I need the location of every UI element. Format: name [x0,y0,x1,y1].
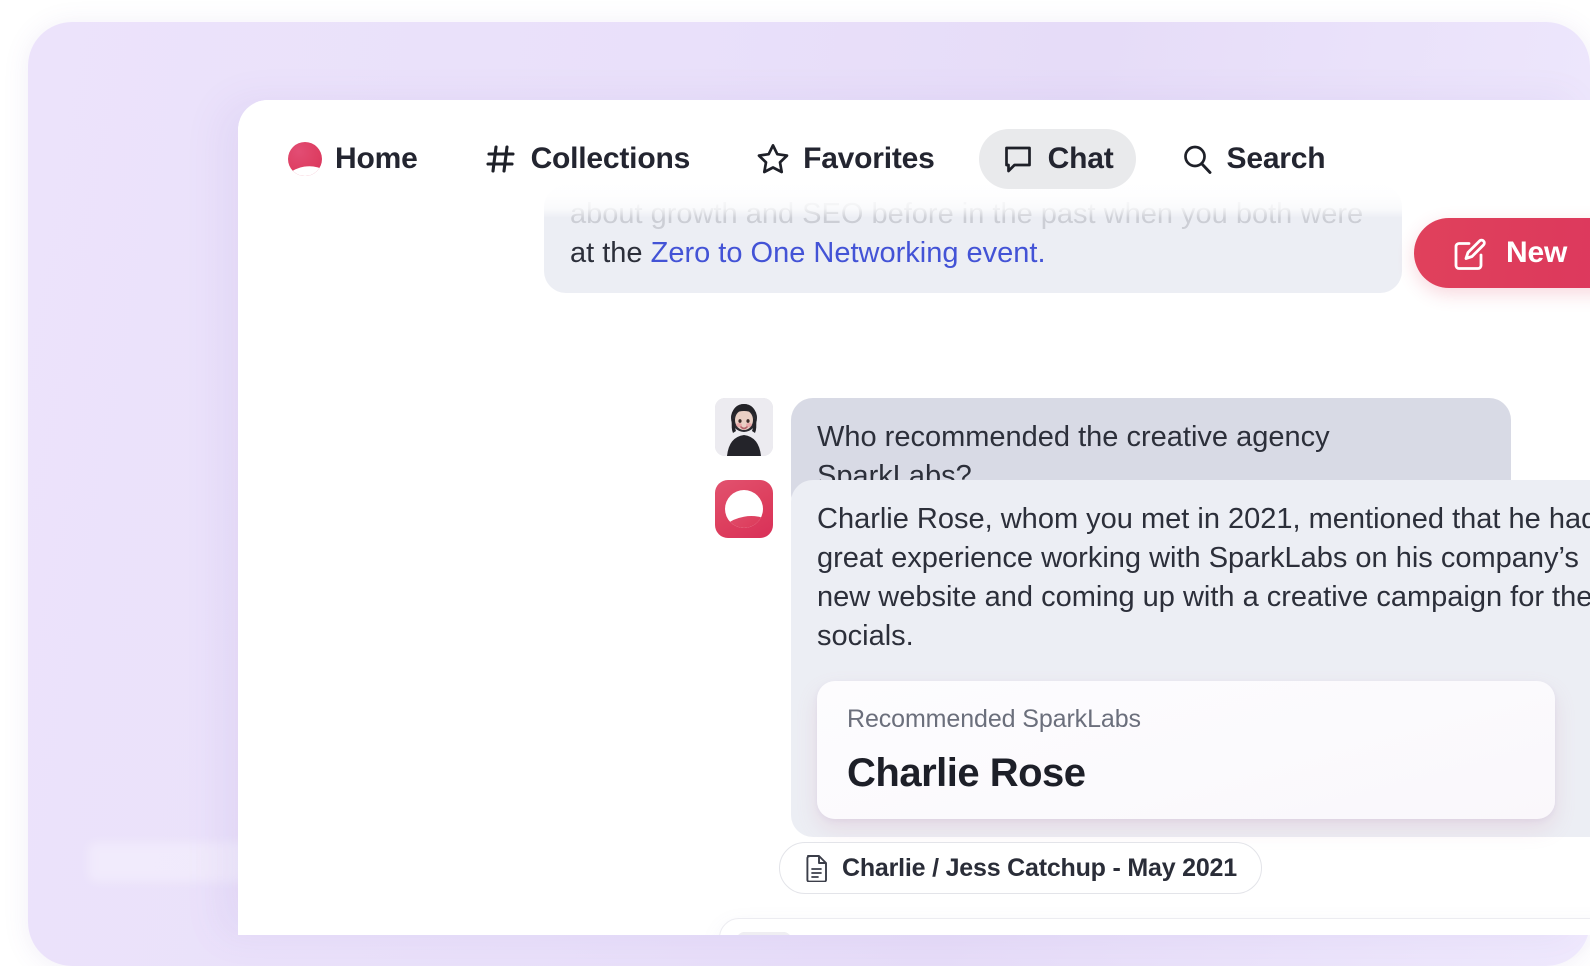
chat-bubble-icon [1001,142,1035,176]
message-text-prefix: at the [570,237,651,269]
message-faded-line: about growth and SEO before in the past … [570,195,1376,234]
recommendation-label: Recommended SparkLabs [847,703,1525,737]
message-assistant: Charlie Rose, whom you met in 2021, ment… [715,480,1590,837]
nav-item-label: Collections [531,142,691,176]
nav-item-label: Home [335,142,418,176]
star-icon [756,142,790,176]
message-text: Charlie Rose, whom you met in 2021, ment… [817,500,1590,655]
recommendation-name: Charlie Rose [847,747,1525,801]
source-chip[interactable]: Charlie / Jess Catchup - May 2021 [779,842,1262,894]
source-chip-label: Charlie / Jess Catchup - May 2021 [842,854,1237,883]
app-window: about growth and SEO before in the past … [0,0,1590,966]
chat-card: about growth and SEO before in the past … [238,100,1590,935]
assistant-avatar-icon [725,490,763,528]
event-link[interactable]: Zero to One Networking event. [651,237,1046,269]
pencil-square-icon [1450,233,1490,273]
message-bubble-assistant: Charlie Rose, whom you met in 2021, ment… [791,480,1590,837]
new-button[interactable]: New [1414,218,1590,288]
nav-item-collections[interactable]: Collections [462,129,713,189]
user-avatar-icon [715,398,773,456]
composer-avatar [736,932,792,935]
user-avatar-icon [736,932,792,935]
brand-logo-icon [288,142,322,176]
nav-item-label: Chat [1048,142,1114,176]
new-button-label: New [1506,236,1567,270]
nav-item-home[interactable]: Home [266,129,440,189]
magnifier-icon [1180,142,1214,176]
reply-composer [719,918,1590,935]
message-thread: about growth and SEO before in the past … [238,100,1590,820]
message-bubble-assistant: about growth and SEO before in the past … [544,185,1402,293]
message-scrolled: about growth and SEO before in the past … [544,185,1402,293]
recommendation-card[interactable]: Recommended SparkLabs Charlie Rose [817,681,1555,819]
nav-item-search[interactable]: Search [1158,129,1348,189]
document-icon [804,854,830,882]
nav-item-favorites[interactable]: Favorites [734,129,957,189]
nav-item-label: Search [1227,142,1326,176]
message-visible-line: at the Zero to One Networking event. [570,234,1376,273]
assistant-avatar [715,480,773,538]
nav-item-label: Favorites [803,142,935,176]
nav-item-chat[interactable]: Chat [979,129,1136,189]
user-avatar [715,398,773,456]
send-button[interactable] [1576,934,1590,935]
hash-icon [484,142,518,176]
